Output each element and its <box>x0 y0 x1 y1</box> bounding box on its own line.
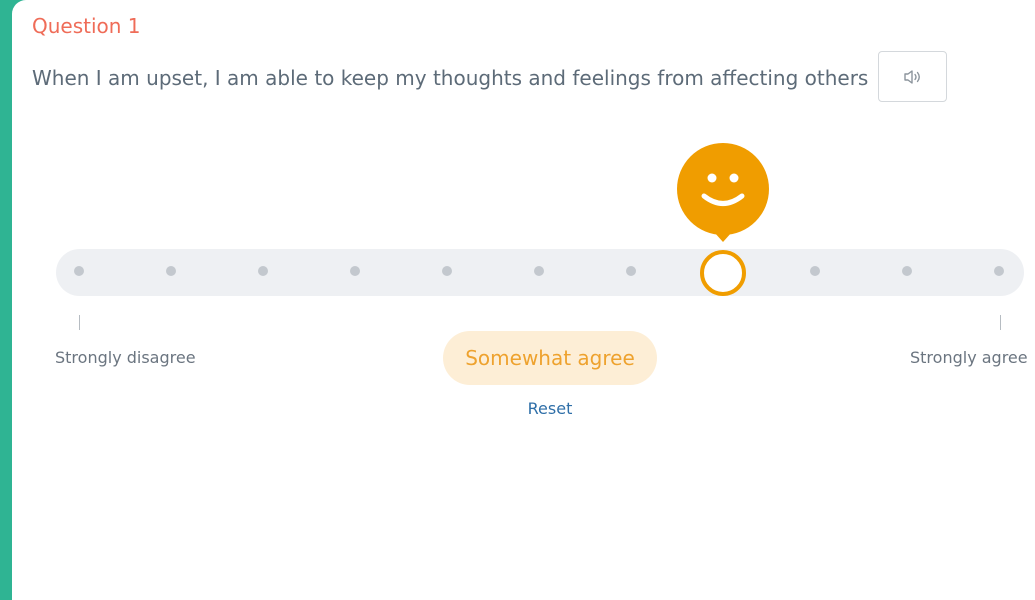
scale-point[interactable] <box>166 266 176 276</box>
speaker-icon <box>903 69 920 84</box>
scale-point[interactable] <box>258 266 268 276</box>
scale-point[interactable] <box>994 266 1004 276</box>
scale-point[interactable] <box>902 266 912 276</box>
min-label: Strongly disagree <box>55 348 196 367</box>
max-label: Strongly agree <box>910 348 1028 367</box>
slider-handle[interactable] <box>700 250 746 296</box>
selected-answer-badge: Somewhat agree <box>443 331 657 385</box>
scale-point[interactable] <box>534 266 544 276</box>
question-text: When I am upset, I am able to keep my th… <box>32 66 869 90</box>
question-number: Question 1 <box>32 14 141 38</box>
max-tick <box>1000 315 1001 330</box>
scale-point[interactable] <box>810 266 820 276</box>
min-tick <box>79 315 80 330</box>
scale-point[interactable] <box>442 266 452 276</box>
scale-point[interactable] <box>74 266 84 276</box>
scale-point[interactable] <box>626 266 636 276</box>
reset-link[interactable]: Reset <box>500 399 600 418</box>
smiley-face-icon <box>677 143 769 242</box>
selected-emoji-bubble <box>677 143 769 243</box>
audio-button[interactable] <box>878 51 947 102</box>
scale-point[interactable] <box>350 266 360 276</box>
